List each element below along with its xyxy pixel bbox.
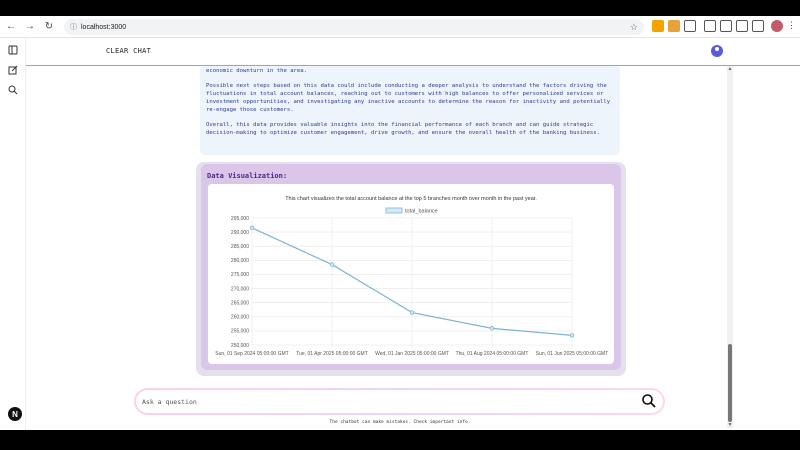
scroll-up-icon[interactable]: ▲: [727, 66, 733, 72]
y-tick-label: 285,000: [231, 244, 249, 250]
url-text: localhost:3000: [81, 23, 127, 31]
y-tick-label: 265,000: [231, 300, 249, 306]
message-paragraph: Overall, this data provides valuable ins…: [206, 122, 601, 136]
x-tick-label: Tue, 01 Apr 2025 05:00:00 GMT: [296, 351, 368, 357]
forward-icon[interactable]: →: [22, 19, 38, 35]
y-tick-label: 270,000: [231, 286, 249, 292]
x-tick-label: Sun, 01 Jun 2025 05:00:00 GMT: [536, 351, 609, 357]
window-bottom-edge: [0, 430, 800, 450]
y-tick-label: 295,000: [231, 216, 249, 222]
devtools-icon[interactable]: [736, 20, 748, 32]
assistant-message: economic downturn in the area. Possible …: [200, 66, 620, 155]
scrollbar[interactable]: ▲ ▼: [727, 66, 733, 428]
extension-icon[interactable]: [668, 20, 680, 32]
visualization-card: Data Visualization: This chart visualize…: [201, 164, 621, 370]
new-chat-icon[interactable]: [7, 64, 19, 76]
data-point: [569, 333, 575, 338]
y-tick-label: 250,000: [231, 343, 249, 349]
y-tick-label: 290,000: [231, 230, 249, 236]
screen: ← → ↻ ⌂ ⓘ localhost:3000 ☆ ⋮: [0, 0, 800, 450]
search-icon[interactable]: [7, 84, 19, 96]
site-info-icon[interactable]: ⓘ: [70, 22, 77, 32]
browser-menu-icon[interactable]: ⋮: [787, 20, 796, 32]
window-top-edge: [0, 0, 800, 16]
chart-title: This chart visualizes the total account …: [285, 196, 537, 202]
extension-icon[interactable]: [704, 20, 716, 32]
question-input-wrapper: [134, 388, 665, 415]
y-tick-label: 275,000: [231, 272, 249, 278]
data-point: [409, 310, 415, 315]
x-tick-label: Thu, 01 Aug 2024 05:00:00 GMT: [456, 351, 529, 357]
sidebar: [0, 38, 26, 430]
reload-icon[interactable]: ↻: [41, 19, 57, 35]
chat-content: economic downturn in the area. Possible …: [26, 66, 800, 376]
user-avatar-icon[interactable]: [711, 45, 723, 57]
address-bar[interactable]: ⓘ localhost:3000 ☆: [64, 19, 644, 35]
question-input[interactable]: [142, 394, 622, 409]
back-icon[interactable]: ←: [3, 19, 19, 35]
data-point: [329, 262, 335, 267]
scrollbar-thumb[interactable]: [728, 344, 732, 422]
message-paragraph: Possible next steps based on this data c…: [206, 83, 611, 113]
y-tick-label: 280,000: [231, 258, 249, 264]
link-icon[interactable]: [720, 20, 732, 32]
data-point: [489, 326, 495, 331]
line-chart: This chart visualizes the total account …: [215, 196, 609, 357]
page-title[interactable]: CLEAR CHAT: [106, 47, 151, 55]
browser-toolbar: ← → ↻ ⌂ ⓘ localhost:3000 ☆ ⋮: [0, 16, 800, 38]
visualization-container: Data Visualization: This chart visualize…: [196, 162, 626, 376]
question-input-box: [136, 390, 663, 413]
y-tick-label: 255,000: [231, 329, 249, 335]
x-tick-label: Wed, 01 Jan 2025 05:00:00 GMT: [375, 351, 449, 357]
visualization-label: Data Visualization:: [207, 172, 288, 180]
search-icon: [642, 394, 656, 408]
y-tick-label: 260,000: [231, 315, 249, 321]
message-paragraph: economic downturn in the area.: [206, 68, 308, 74]
search-submit-button[interactable]: [641, 393, 657, 409]
extension-icon[interactable]: [652, 20, 664, 32]
legend-label: total_balance: [405, 209, 438, 215]
sidebar-panel-icon[interactable]: [752, 20, 764, 32]
app-badge-icon[interactable]: N: [8, 407, 22, 421]
app-header: CLEAR CHAT: [26, 38, 800, 66]
profile-avatar-icon[interactable]: [771, 20, 783, 32]
data-point: [249, 225, 255, 231]
sidebar-toggle-icon[interactable]: [7, 44, 19, 56]
legend-swatch: [385, 207, 403, 214]
extensions-puzzle-icon[interactable]: [684, 20, 696, 32]
app: CLEAR CHAT economic downturn in the area…: [0, 38, 800, 430]
x-tick-label: Sun, 01 Sep 2024 05:00:00 GMT: [215, 351, 288, 357]
bookmark-star-icon[interactable]: ☆: [630, 22, 638, 33]
disclaimer-text: The chatbot can make mistakes. Check imp…: [329, 420, 471, 425]
chart-panel: This chart visualizes the total account …: [208, 184, 614, 364]
